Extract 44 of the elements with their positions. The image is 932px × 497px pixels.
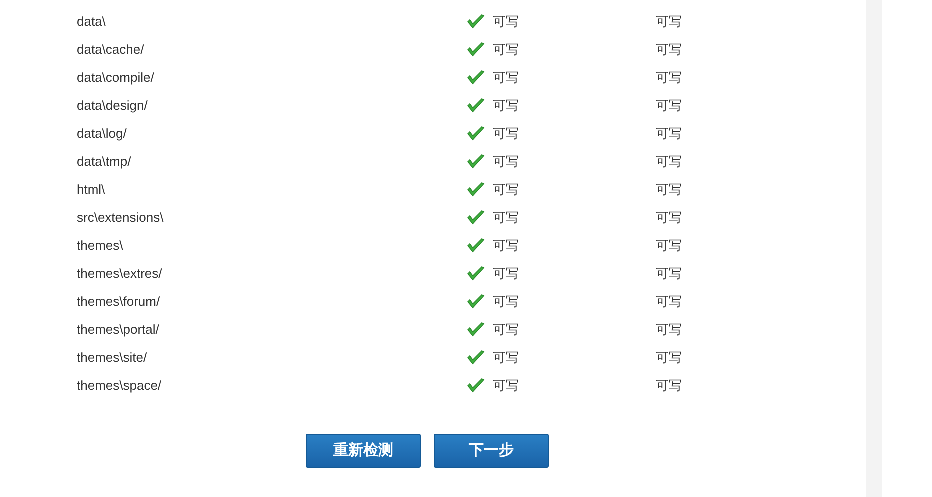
directory-path: data\: [77, 13, 107, 32]
current-status: 可写: [493, 321, 520, 340]
directory-path: themes\: [77, 237, 124, 256]
current-status: 可写: [493, 237, 520, 256]
next-step-button[interactable]: 下一步: [434, 434, 549, 468]
current-status: 可写: [493, 349, 520, 368]
required-status: 可写: [656, 209, 682, 228]
directory-path: data\log/: [77, 125, 128, 144]
current-status: 可写: [493, 13, 520, 32]
current-status: 可写: [493, 41, 520, 60]
current-status: 可写: [493, 377, 520, 396]
required-status: 可写: [656, 181, 682, 200]
required-status: 可写: [656, 321, 682, 340]
directory-path: data\design/: [77, 97, 149, 116]
current-status: 可写: [493, 153, 520, 172]
directory-path: themes\extres/: [77, 265, 164, 284]
directory-path: themes\site/: [77, 349, 148, 368]
required-status: 可写: [656, 349, 682, 368]
current-status: 可写: [493, 97, 520, 116]
directory-path: themes\portal/: [77, 321, 160, 340]
required-status: 可写: [656, 377, 682, 396]
required-status: 可写: [656, 125, 682, 144]
required-status: 可写: [656, 97, 682, 116]
directory-path: themes\forum/: [77, 293, 162, 312]
current-status: 可写: [493, 125, 520, 144]
required-status: 可写: [656, 237, 682, 256]
recheck-button[interactable]: 重新检测: [306, 434, 421, 468]
directory-path: html\: [77, 181, 106, 200]
required-status: 可写: [656, 153, 682, 172]
directory-path: src\extensions\: [77, 209, 165, 228]
required-status: 可写: [656, 41, 682, 60]
required-status: 可写: [656, 293, 682, 312]
current-status: 可写: [493, 181, 520, 200]
current-status: 可写: [493, 293, 520, 312]
directory-path: data\cache/: [77, 41, 146, 60]
required-status: 可写: [656, 69, 682, 88]
current-status: 可写: [493, 69, 520, 88]
required-status: 可写: [656, 13, 682, 32]
current-status: 可写: [493, 209, 520, 228]
directory-path: data\tmp/: [77, 153, 132, 172]
directory-path: data\compile/: [77, 69, 156, 88]
directory-path: themes\space/: [77, 377, 163, 396]
required-status: 可写: [656, 265, 682, 284]
current-status: 可写: [493, 265, 520, 284]
